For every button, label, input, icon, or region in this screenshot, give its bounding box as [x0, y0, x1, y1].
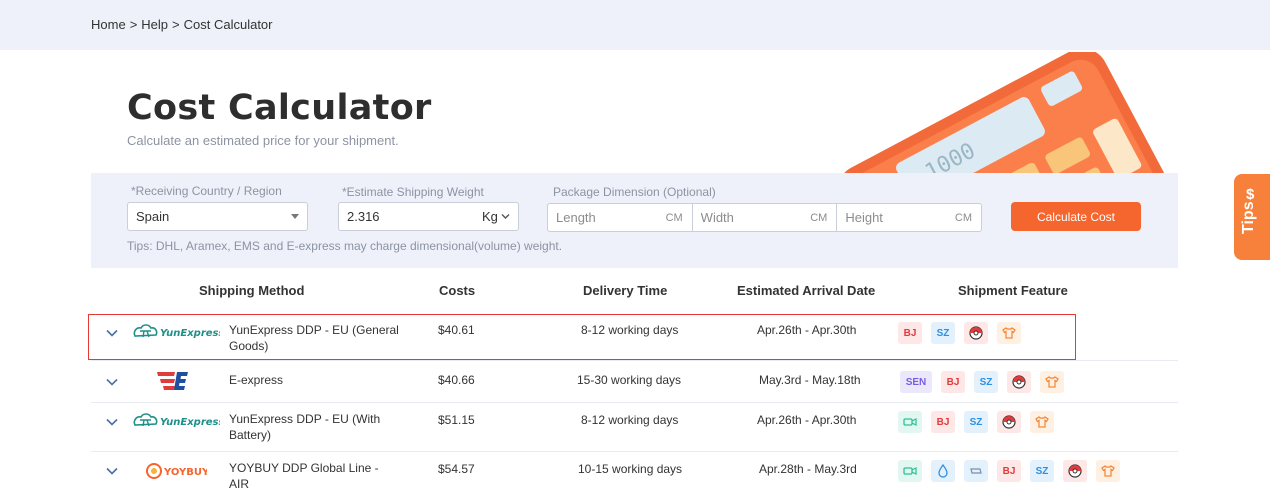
shipping-method-name: E-express: [229, 373, 284, 387]
header-shipment-feature: Shipment Feature: [958, 283, 1068, 298]
height-cell: CM: [837, 204, 982, 231]
breadcrumb-bar: Home > Help > Cost Calculator: [0, 0, 1270, 50]
arrival-date: Apr.26th - Apr.30th: [757, 413, 857, 427]
weight-input[interactable]: 2.316 Kg: [338, 202, 519, 231]
yoybuy-logo-text: YOYBUY: [163, 467, 207, 478]
pokeball-icon: [1063, 460, 1087, 482]
breadcrumb-current: Cost Calculator: [183, 17, 273, 32]
tshirt-icon: [1040, 371, 1064, 393]
yoybuy-logo: YOYBUY: [145, 460, 210, 487]
breadcrumb-home-link[interactable]: Home: [91, 17, 126, 32]
shipping-cost: $40.66: [438, 373, 475, 387]
weight-unit-select[interactable]: Kg: [482, 209, 498, 224]
arrival-date: Apr.28th - May.3rd: [759, 462, 857, 476]
pokeball-icon: [1007, 371, 1031, 393]
sz-badge: SZ: [964, 411, 988, 433]
yunexpress-logo-text: YunExpress: [160, 417, 220, 428]
battery-icon: [964, 460, 988, 482]
calculator-illustration: 1000: [826, 52, 1182, 174]
tshirt-icon: [1030, 411, 1054, 433]
chevron-down-icon[interactable]: [106, 465, 118, 477]
pokeball-icon: [997, 411, 1021, 433]
selected-row-highlight: [88, 314, 1076, 360]
header-delivery-time: Delivery Time: [583, 283, 668, 298]
shipment-features: BJ SZ: [898, 411, 1054, 433]
e-express-logo: [155, 370, 191, 397]
arrival-date: May.3rd - May.18th: [759, 373, 861, 387]
sz-badge: SZ: [1030, 460, 1054, 482]
height-unit: CM: [954, 212, 973, 224]
country-select-value: Spain: [136, 209, 170, 224]
dimension-inputs: CM CM CM: [547, 203, 982, 232]
yunexpress-logo: YunExpress: [132, 411, 224, 436]
length-cell: CM: [548, 204, 693, 231]
delivery-time: 10-15 working days: [578, 462, 683, 476]
country-label: *Receiving Country / Region: [131, 184, 282, 198]
dimension-label: Package Dimension (Optional): [553, 185, 716, 199]
weight-label: *Estimate Shipping Weight: [342, 185, 484, 199]
header-arrival-date: Estimated Arrival Date: [737, 283, 876, 298]
width-unit: CM: [810, 212, 828, 224]
chevron-down-icon[interactable]: [106, 376, 118, 388]
tips-side-tab[interactable]: $ Tips: [1234, 174, 1270, 260]
chevron-down-icon: [501, 214, 510, 219]
country-select[interactable]: Spain: [127, 202, 308, 231]
weight-input-value: 2.316: [347, 209, 380, 224]
breadcrumb: Home > Help > Cost Calculator: [91, 17, 273, 32]
delivery-time: 8-12 working days: [581, 413, 679, 427]
caret-down-icon: [291, 214, 299, 219]
breadcrumb-help-link[interactable]: Help: [141, 17, 168, 32]
shipping-method-name: YunExpress DDP - EU (With Battery): [229, 412, 381, 442]
delivery-time: 15-30 working days: [577, 373, 682, 387]
chevron-down-icon[interactable]: [106, 416, 118, 428]
length-unit: CM: [665, 212, 683, 224]
shipment-features: BJ SZ: [898, 460, 1120, 482]
bj-badge: BJ: [941, 371, 965, 393]
shipping-cost: $54.57: [438, 462, 475, 476]
bj-badge: BJ: [931, 411, 955, 433]
drop-icon: [931, 460, 955, 482]
shipping-method-name: YOYBUY DDP Global Line - AIR: [229, 461, 379, 491]
width-cell: CM: [692, 204, 838, 231]
shipment-features: SEN BJ SZ: [900, 371, 1064, 393]
page-title: Cost Calculator: [127, 88, 432, 128]
breadcrumb-separator: >: [172, 17, 180, 32]
page-subtitle: Calculate an estimated price for your sh…: [127, 133, 399, 148]
sz-badge: SZ: [974, 371, 998, 393]
calculate-cost-button[interactable]: Calculate Cost: [1011, 202, 1141, 231]
shipping-cost: $51.15: [438, 413, 475, 427]
dimensional-weight-tip: Tips: DHL, Aramex, EMS and E-express may…: [127, 239, 563, 253]
breadcrumb-separator: >: [129, 17, 138, 32]
header-shipping-method: Shipping Method: [199, 283, 305, 298]
camera-icon: [898, 411, 922, 433]
sen-badge: SEN: [900, 371, 932, 393]
header-costs: Costs: [439, 283, 476, 298]
tshirt-icon: [1096, 460, 1120, 482]
tips-label: Tips: [1240, 201, 1257, 234]
bj-badge: BJ: [997, 460, 1021, 482]
camera-icon: [898, 460, 922, 482]
